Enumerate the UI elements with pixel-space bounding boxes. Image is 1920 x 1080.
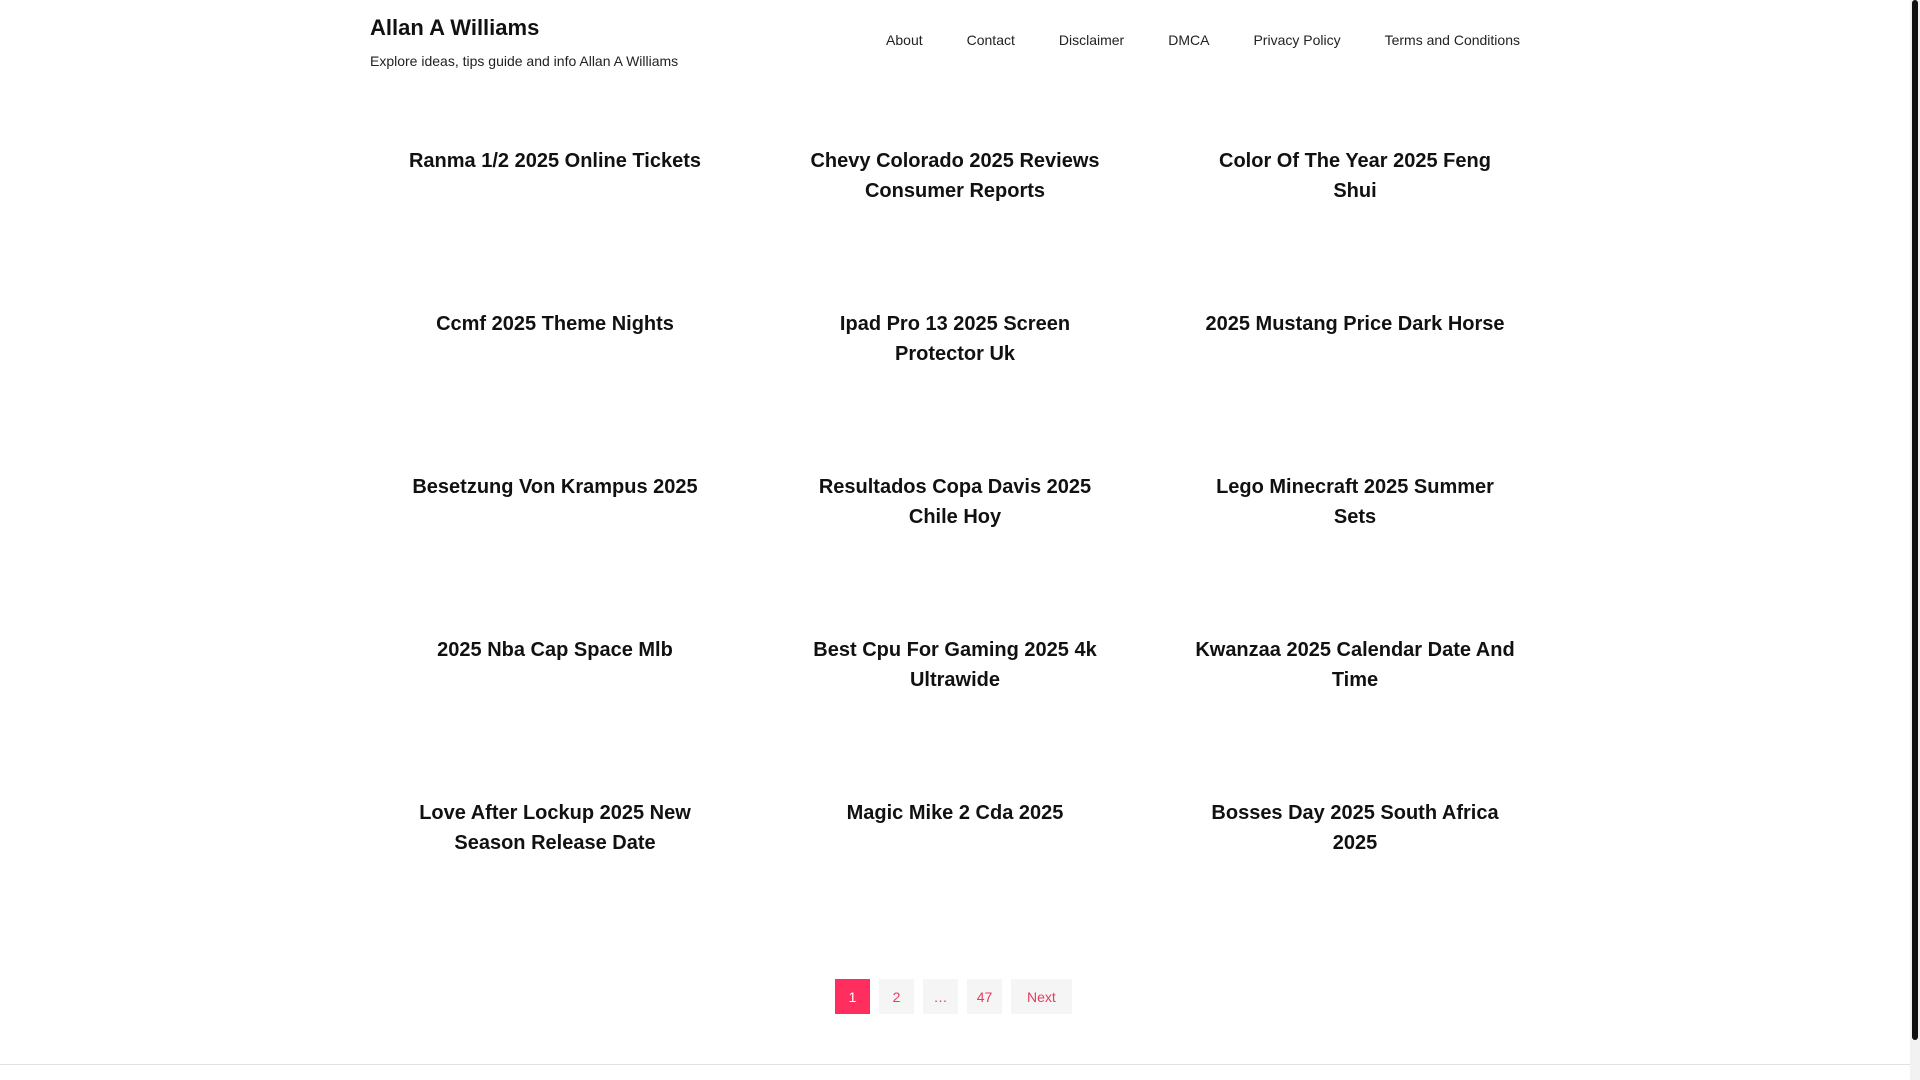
post-title-link[interactable]: Ipad Pro 13 2025 Screen Protector Uk [795,309,1115,369]
nav-item-dmca[interactable]: DMCA [1168,30,1209,50]
scrollbar-thumb[interactable] [1912,0,1918,1040]
nav-item-contact[interactable]: Contact [967,30,1015,50]
post-card: Chevy Colorado 2025 Reviews Consumer Rep… [755,146,1155,309]
post-card: Lego Minecraft 2025 Summer Sets [1155,472,1555,635]
nav-item-disclaimer[interactable]: Disclaimer [1059,30,1124,50]
pagination-next-button[interactable]: Next [1011,979,1072,1014]
post-title-link[interactable]: Resultados Copa Davis 2025 Chile Hoy [795,472,1115,532]
pagination-current-page: 1 [835,979,870,1014]
post-title-link[interactable]: Chevy Colorado 2025 Reviews Consumer Rep… [795,146,1115,206]
pagination-page-last[interactable]: 47 [967,979,1002,1014]
nav-item-privacy-policy[interactable]: Privacy Policy [1253,30,1340,50]
post-title-link[interactable]: Kwanzaa 2025 Calendar Date And Time [1195,635,1515,695]
post-title-link[interactable]: Ranma 1/2 2025 Online Tickets [409,146,701,176]
site-branding: Allan A Williams Explore ideas, tips gui… [370,14,678,70]
pagination-page-2[interactable]: 2 [879,979,914,1014]
post-title-link[interactable]: Magic Mike 2 Cda 2025 [847,798,1064,828]
post-card: Bosses Day 2025 South Africa 2025 [1155,798,1555,961]
post-card: Ccmf 2025 Theme Nights [355,309,755,472]
post-card: Ipad Pro 13 2025 Screen Protector Uk [755,309,1155,472]
post-title-link[interactable]: 2025 Mustang Price Dark Horse [1205,309,1504,339]
page: Allan A Williams Explore ideas, tips gui… [0,0,1920,1080]
post-title-link[interactable]: Bosses Day 2025 South Africa 2025 [1195,798,1515,858]
site-description: Explore ideas, tips guide and info Allan… [370,53,679,69]
post-card: Resultados Copa Davis 2025 Chile Hoy [755,472,1155,635]
site-title-link[interactable]: Allan A Williams [370,14,678,42]
post-card: 2025 Mustang Price Dark Horse [1155,309,1555,472]
vertical-scrollbar[interactable] [1910,0,1920,1080]
footer-divider [0,1064,1910,1065]
post-title-link[interactable]: Ccmf 2025 Theme Nights [436,309,674,339]
post-title-link[interactable]: Best Cpu For Gaming 2025 4k Ultrawide [795,635,1115,695]
post-card: 2025 Nba Cap Space Mlb [355,635,755,798]
post-card: Ranma 1/2 2025 Online Tickets [355,146,755,309]
post-card: Best Cpu For Gaming 2025 4k Ultrawide [755,635,1155,798]
post-grid: Ranma 1/2 2025 Online Tickets Chevy Colo… [355,146,1555,961]
post-title-link[interactable]: Lego Minecraft 2025 Summer Sets [1195,472,1515,532]
post-card: Kwanzaa 2025 Calendar Date And Time [1155,635,1555,798]
nav-item-terms-and-conditions[interactable]: Terms and Conditions [1385,30,1520,50]
post-title-link[interactable]: Besetzung Von Krampus 2025 [412,472,697,502]
post-title-link[interactable]: 2025 Nba Cap Space Mlb [437,635,673,665]
pagination-ellipsis: … [923,979,958,1014]
post-title-link[interactable]: Color Of The Year 2025 Feng Shui [1195,146,1515,206]
post-card: Magic Mike 2 Cda 2025 [755,798,1155,961]
post-title-link[interactable]: Love After Lockup 2025 New Season Releas… [395,798,715,858]
post-card: Love After Lockup 2025 New Season Releas… [355,798,755,961]
pagination: 1 2 … 47 Next [835,979,1072,1014]
main-navigation: About Contact Disclaimer DMCA Privacy Po… [886,30,1520,50]
post-card: Besetzung Von Krampus 2025 [355,472,755,635]
nav-item-about[interactable]: About [886,30,923,50]
post-card: Color Of The Year 2025 Feng Shui [1155,146,1555,309]
